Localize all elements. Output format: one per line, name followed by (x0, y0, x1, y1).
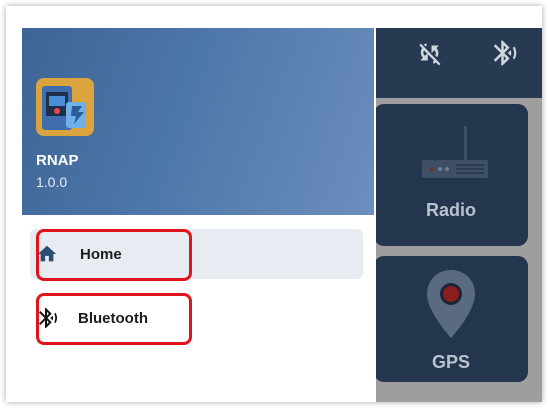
sync-disabled-icon[interactable] (414, 38, 444, 68)
map-pin-icon (427, 270, 475, 338)
screenshot-frame: Radio GPS RNAP 1.0.0 Home Bluetooth (6, 6, 542, 402)
bluetooth-highlight-box (36, 293, 192, 345)
app-version: 1.0.0 (36, 174, 68, 190)
app-logo (36, 78, 94, 136)
gps-tile[interactable]: GPS (374, 256, 528, 382)
radio-tile[interactable]: Radio (374, 104, 528, 246)
radio-label: Radio (425, 200, 476, 220)
app-name: RNAP (36, 152, 79, 169)
drawer-header: RNAP 1.0.0 (22, 28, 374, 215)
bluetooth-searching-icon[interactable] (490, 38, 520, 68)
radio-icon (422, 126, 488, 178)
home-highlight-box (36, 229, 192, 281)
gps-label: GPS (431, 352, 470, 372)
